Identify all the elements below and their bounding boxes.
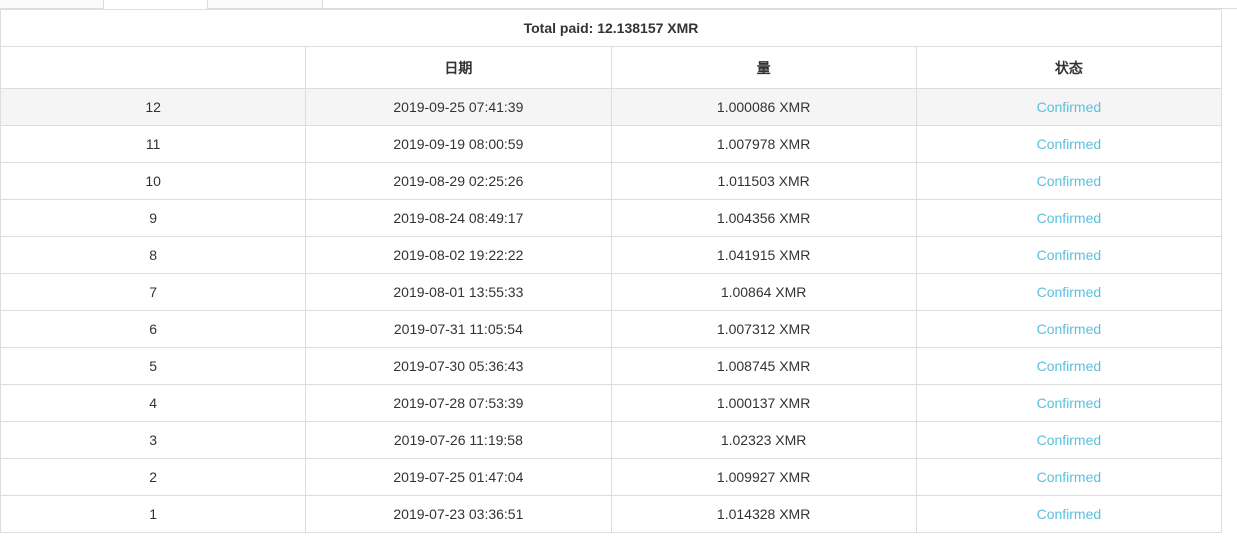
tab-strip — [0, 0, 1237, 9]
row-index: 5 — [0, 347, 307, 385]
row-amount: 1.014328 XMR — [610, 495, 917, 533]
table-row[interactable]: 4 2019-07-28 07:53:39 1.000137 XMR Confirme… — [0, 384, 1223, 422]
payments-table: Total paid: 12.138157 XMR 日期 量 状态 12 2019… — [0, 9, 1223, 533]
status-link[interactable]: Confirmed — [1037, 210, 1102, 226]
payments-table-head: Total paid: 12.138157 XMR 日期 量 状态 — [0, 9, 1223, 89]
table-row[interactable]: 7 2019-08-01 13:55:33 1.00864 XMR Confirmed — [0, 273, 1223, 311]
table-row[interactable]: 2 2019-07-25 01:47:04 1.009927 XMR Confirme… — [0, 458, 1223, 496]
row-date: 2019-07-25 01:47:04 — [305, 458, 612, 496]
row-index: 1 — [0, 495, 307, 533]
payments-panel: Total paid: 12.138157 XMR 日期 量 状态 12 2019… — [0, 9, 1223, 533]
table-row[interactable]: 6 2019-07-31 11:05:54 1.007312 XMR Confirme… — [0, 310, 1223, 348]
payments-table-body: 12 2019-09-25 07:41:39 1.000086 XMR Confirm… — [0, 88, 1223, 533]
status-link[interactable]: Confirmed — [1037, 358, 1102, 374]
row-date: 2019-07-30 05:36:43 — [305, 347, 612, 385]
row-date: 2019-08-29 02:25:26 — [305, 162, 612, 200]
row-date: 2019-09-19 08:00:59 — [305, 125, 612, 163]
column-header-amount: 量 — [610, 46, 917, 89]
status-link[interactable]: Confirmed — [1037, 99, 1102, 115]
row-amount: 1.000086 XMR — [610, 88, 917, 126]
table-row[interactable]: 5 2019-07-30 05:36:43 1.008745 XMR Confirme… — [0, 347, 1223, 385]
table-row[interactable]: 10 2019-08-29 02:25:26 1.011503 XMR Confirm… — [0, 162, 1223, 200]
row-amount: 1.011503 XMR — [610, 162, 917, 200]
total-paid-label: Total paid: 12.138157 XMR — [0, 9, 1222, 47]
row-date: 2019-07-31 11:05:54 — [305, 310, 612, 348]
row-status: Confirmed — [915, 458, 1223, 496]
row-index: 3 — [0, 421, 307, 459]
row-amount: 1.02323 XMR — [610, 421, 917, 459]
row-amount: 1.041915 XMR — [610, 236, 917, 274]
row-date: 2019-09-25 07:41:39 — [305, 88, 612, 126]
row-date: 2019-07-23 03:36:51 — [305, 495, 612, 533]
row-status: Confirmed — [915, 421, 1223, 459]
row-status: Confirmed — [915, 495, 1223, 533]
row-status: Confirmed — [915, 310, 1223, 348]
row-status: Confirmed — [915, 236, 1223, 274]
status-link[interactable]: Confirmed — [1037, 173, 1102, 189]
row-index: 9 — [0, 199, 307, 237]
row-status: Confirmed — [915, 88, 1223, 126]
row-date: 2019-07-28 07:53:39 — [305, 384, 612, 422]
row-amount: 1.00864 XMR — [610, 273, 917, 311]
tab-middle[interactable] — [103, 0, 208, 9]
row-status: Confirmed — [915, 199, 1223, 237]
tab-right[interactable] — [207, 0, 323, 9]
table-row[interactable]: 8 2019-08-02 19:22:22 1.041915 XMR Confirme… — [0, 236, 1223, 274]
status-link[interactable]: Confirmed — [1037, 284, 1102, 300]
table-row[interactable]: 9 2019-08-24 08:49:17 1.004356 XMR Confirme… — [0, 199, 1223, 237]
table-row[interactable]: 3 2019-07-26 11:19:58 1.02323 XMR Confirmed — [0, 421, 1223, 459]
row-index: 11 — [0, 125, 307, 163]
row-status: Confirmed — [915, 162, 1223, 200]
row-status: Confirmed — [915, 125, 1223, 163]
total-paid-row: Total paid: 12.138157 XMR — [0, 9, 1222, 47]
column-header-date: 日期 — [305, 46, 612, 89]
row-index: 10 — [0, 162, 307, 200]
status-link[interactable]: Confirmed — [1037, 136, 1102, 152]
row-amount: 1.007312 XMR — [610, 310, 917, 348]
status-link[interactable]: Confirmed — [1037, 247, 1102, 263]
row-date: 2019-07-26 11:19:58 — [305, 421, 612, 459]
column-header-index — [0, 46, 306, 89]
row-status: Confirmed — [915, 347, 1223, 385]
row-index: 7 — [0, 273, 307, 311]
table-row[interactable]: 1 2019-07-23 03:36:51 1.014328 XMR Confirme… — [0, 495, 1223, 533]
row-index: 12 — [0, 88, 307, 126]
table-row[interactable]: 11 2019-09-19 08:00:59 1.007978 XMR Confirm… — [0, 125, 1223, 163]
row-date: 2019-08-01 13:55:33 — [305, 273, 612, 311]
row-amount: 1.004356 XMR — [610, 199, 917, 237]
column-header-row: 日期 量 状态 — [0, 46, 1223, 89]
column-header-status: 状态 — [915, 46, 1223, 89]
row-date: 2019-08-24 08:49:17 — [305, 199, 612, 237]
status-link[interactable]: Confirmed — [1037, 321, 1102, 337]
row-index: 2 — [0, 458, 307, 496]
status-link[interactable]: Confirmed — [1037, 469, 1102, 485]
status-link[interactable]: Confirmed — [1037, 432, 1102, 448]
row-amount: 1.009927 XMR — [610, 458, 917, 496]
tab-left[interactable] — [0, 0, 104, 9]
row-date: 2019-08-02 19:22:22 — [305, 236, 612, 274]
row-status: Confirmed — [915, 384, 1223, 422]
row-status: Confirmed — [915, 273, 1223, 311]
status-link[interactable]: Confirmed — [1037, 395, 1102, 411]
row-index: 4 — [0, 384, 307, 422]
row-index: 8 — [0, 236, 307, 274]
row-amount: 1.007978 XMR — [610, 125, 917, 163]
status-link[interactable]: Confirmed — [1037, 506, 1102, 522]
row-amount: 1.000137 XMR — [610, 384, 917, 422]
row-amount: 1.008745 XMR — [610, 347, 917, 385]
table-row[interactable]: 12 2019-09-25 07:41:39 1.000086 XMR Confirm… — [0, 88, 1223, 126]
row-index: 6 — [0, 310, 307, 348]
